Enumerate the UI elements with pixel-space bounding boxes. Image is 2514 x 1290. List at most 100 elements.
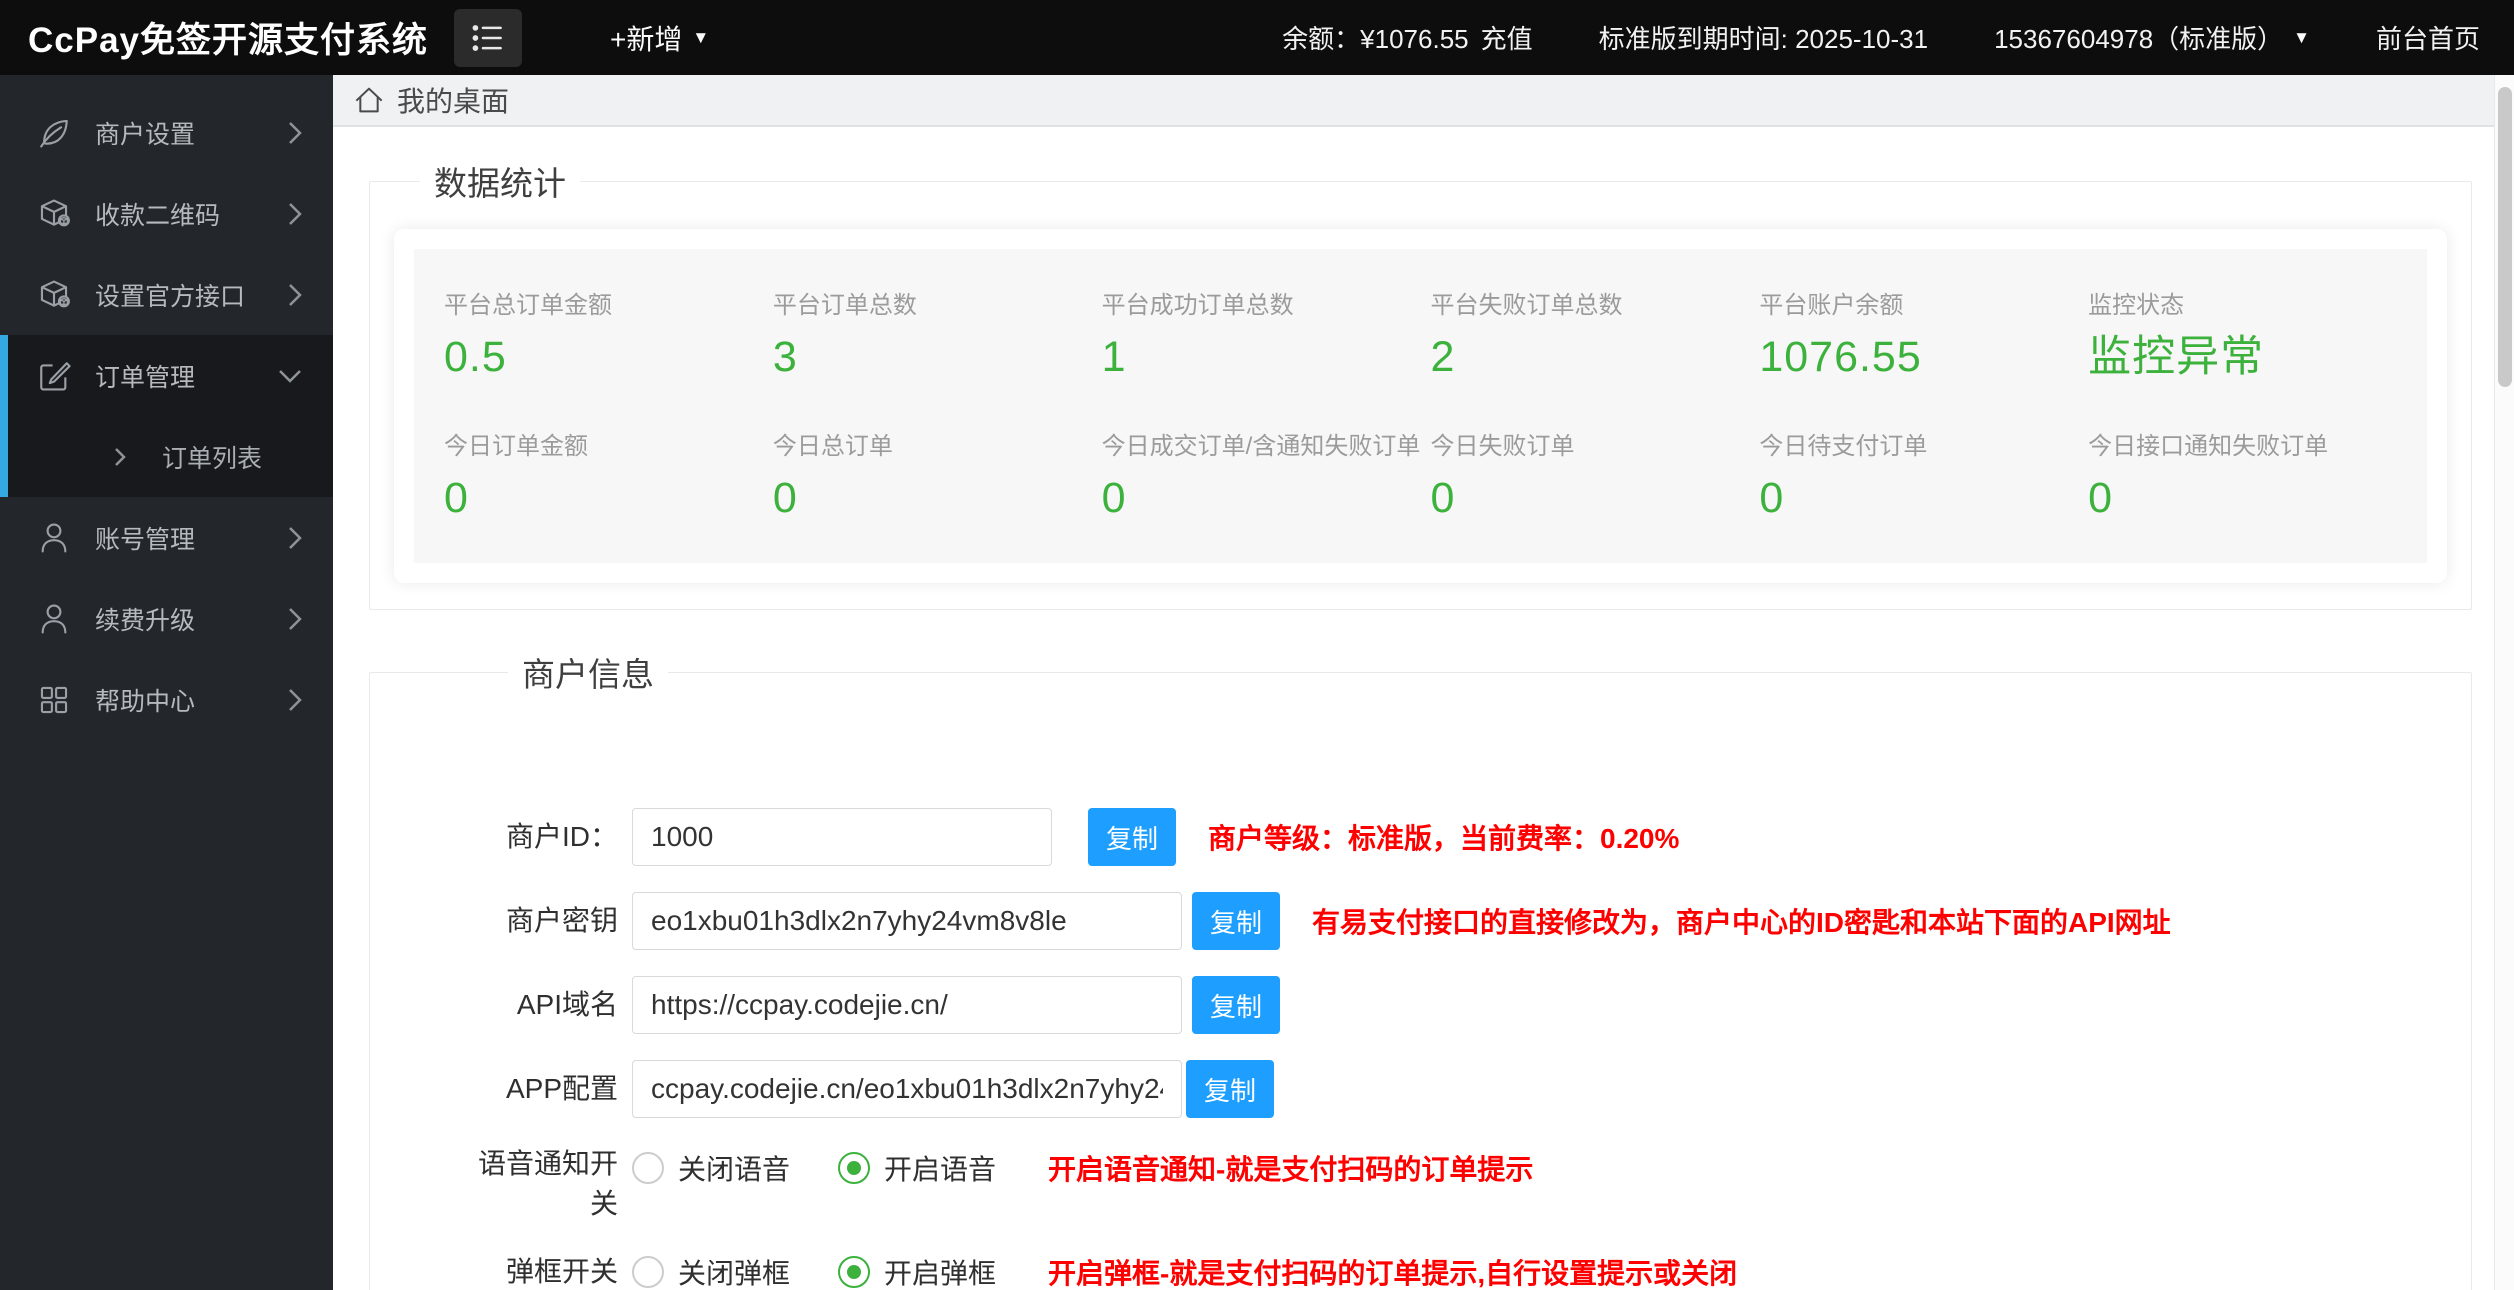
copy-app-config-button[interactable]: 复制 bbox=[1186, 1060, 1274, 1118]
popup-on-label: 开启弹框 bbox=[884, 1258, 997, 1289]
chevron-right-icon bbox=[287, 201, 303, 227]
balance-text: 余额：¥1076.55 bbox=[1282, 24, 1469, 54]
account-label: 15367604978（标准版） bbox=[1994, 24, 2284, 54]
sidebar-item-label: 设置官方接口 bbox=[95, 282, 246, 311]
balance-group: 余额：¥1076.55 充值 bbox=[1282, 19, 1532, 56]
stat-label: 平台账户余额 bbox=[1759, 292, 1904, 319]
merchant-secret-input[interactable] bbox=[632, 892, 1182, 950]
sidebar-item-label: 订单管理 bbox=[95, 363, 196, 392]
app-config-input[interactable] bbox=[632, 1060, 1182, 1118]
merchant-secret-label: 商户密钥 bbox=[505, 905, 618, 936]
voice-on-radio[interactable]: 开启语音 bbox=[838, 1148, 996, 1188]
stat-value: 1076.55 bbox=[1759, 333, 1922, 381]
merchant-id-input[interactable] bbox=[632, 808, 1052, 866]
chevron-right-icon bbox=[114, 447, 126, 467]
popup-switch-label: 弹框开关 bbox=[505, 1256, 618, 1287]
popup-off-label: 关闭弹框 bbox=[678, 1258, 791, 1289]
add-new-dropdown[interactable]: +新增 ▼ bbox=[610, 18, 709, 58]
popup-switch-row: 弹框开关 关闭弹框 开启弹框 开启弹框-就是支付扫码的订单提示,自行设置提示或关… bbox=[458, 1252, 2471, 1290]
stat-label: 今日总订单 bbox=[772, 433, 893, 460]
scrollbar-thumb[interactable] bbox=[2498, 87, 2512, 387]
radio-checked-icon bbox=[838, 1152, 871, 1184]
stat-value: 2 bbox=[1430, 333, 1456, 381]
api-domain-input[interactable] bbox=[632, 976, 1182, 1034]
api-domain-label: API域名 bbox=[516, 989, 618, 1020]
stat-cell-monitor-status: 监控状态 监控异常 bbox=[2088, 285, 2417, 380]
stat-label: 平台失败订单总数 bbox=[1430, 292, 1623, 319]
chevron-right-icon bbox=[287, 687, 303, 713]
radio-unchecked-icon bbox=[632, 1152, 664, 1184]
stat-cell: 今日接口通知失败订单 0 bbox=[2088, 426, 2417, 521]
chevron-down-icon bbox=[277, 368, 303, 384]
sidebar-item-qrcode[interactable]: 收款二维码 bbox=[0, 173, 333, 254]
sidebar-toggle-button[interactable] bbox=[454, 8, 523, 67]
home-icon bbox=[353, 84, 385, 116]
sidebar-item-order-management[interactable]: 订单管理 bbox=[8, 335, 333, 416]
copy-api-domain-button[interactable]: 复制 bbox=[1192, 976, 1280, 1034]
stat-cell: 平台总订单金额 0.5 bbox=[444, 285, 773, 380]
stat-cell: 平台成功订单总数 1 bbox=[1102, 285, 1431, 380]
sidebar-subitem-order-list[interactable]: 订单列表 bbox=[8, 416, 333, 497]
merchant-secret-row: 商户密钥 复制 有易支付接口的直接修改为，商户中心的ID密匙和本站下面的API网… bbox=[458, 892, 2471, 950]
stat-cell: 今日订单金额 0 bbox=[444, 426, 773, 521]
stat-value: 1 bbox=[1101, 333, 1127, 381]
vertical-scrollbar[interactable] bbox=[2494, 75, 2514, 1290]
popup-on-radio[interactable]: 开启弹框 bbox=[838, 1252, 996, 1290]
voice-on-label: 开启语音 bbox=[884, 1154, 997, 1185]
sidebar-item-merchant-settings[interactable]: 商户设置 bbox=[0, 92, 333, 173]
app-config-row: APP配置 复制 bbox=[458, 1060, 2471, 1118]
sidebar-item-help-center[interactable]: 帮助中心 bbox=[0, 659, 333, 740]
merchant-level-note: 商户等级：标准版，当前费率：0.20% bbox=[1208, 823, 1680, 854]
account-dropdown[interactable]: 15367604978（标准版） ▼ bbox=[1994, 19, 2310, 56]
stat-value: 0 bbox=[772, 474, 798, 522]
stat-value: 0 bbox=[1430, 474, 1456, 522]
header-right-group: 余额：¥1076.55 充值 标准版到期时间: 2025-10-31 15367… bbox=[1282, 19, 2480, 56]
stat-value: 监控异常 bbox=[2088, 333, 2265, 381]
chevron-right-icon bbox=[287, 606, 303, 632]
sidebar: 商户设置 收款二维码 设置官方接口 订单管理 订单列表 账号管理 续费升级 帮助… bbox=[0, 75, 333, 1290]
breadcrumb-home[interactable]: 我的桌面 bbox=[353, 80, 509, 120]
content: 数据统计 平台总订单金额 0.5 平台订单总数 3 平台成功订单总数 1 平台失… bbox=[333, 127, 2514, 1290]
front-home-link[interactable]: 前台首页 bbox=[2376, 19, 2480, 56]
voice-switch-label: 语音通知开关 bbox=[477, 1148, 618, 1219]
caret-down-icon: ▼ bbox=[2293, 27, 2310, 47]
stat-cell: 今日成交订单/含通知失败订单 0 bbox=[1102, 426, 1431, 521]
radio-checked-icon bbox=[838, 1256, 871, 1288]
stat-value: 0.5 bbox=[444, 333, 507, 381]
breadcrumb-label: 我的桌面 bbox=[397, 86, 510, 117]
leaf-icon bbox=[37, 116, 71, 150]
popup-off-radio[interactable]: 关闭弹框 bbox=[632, 1252, 790, 1290]
voice-off-radio[interactable]: 关闭语音 bbox=[632, 1148, 790, 1188]
copy-merchant-secret-button[interactable]: 复制 bbox=[1192, 892, 1280, 950]
chevron-right-icon bbox=[287, 120, 303, 146]
stat-label: 平台订单总数 bbox=[772, 292, 917, 319]
chevron-right-icon bbox=[287, 282, 303, 308]
stat-value: 0 bbox=[444, 474, 469, 522]
sidebar-item-official-api[interactable]: 设置官方接口 bbox=[0, 254, 333, 335]
copy-merchant-id-button[interactable]: 复制 bbox=[1088, 808, 1176, 866]
stat-cell: 今日总订单 0 bbox=[773, 426, 1102, 521]
stat-cell: 今日待支付订单 0 bbox=[1759, 426, 2088, 521]
merchant-id-label: 商户ID： bbox=[505, 821, 618, 852]
add-new-label: +新增 bbox=[610, 23, 683, 55]
sidebar-item-account-management[interactable]: 账号管理 bbox=[0, 497, 333, 578]
user-icon bbox=[37, 602, 71, 636]
stat-label: 监控状态 bbox=[2088, 292, 2185, 319]
stat-cell: 今日失败订单 0 bbox=[1431, 426, 1760, 521]
breadcrumb: 我的桌面 bbox=[333, 75, 2514, 127]
stat-label: 今日待支付订单 bbox=[1759, 433, 1928, 460]
stat-cell: 平台订单总数 3 bbox=[773, 285, 1102, 380]
app-title: CcPay免签开源支付系统 bbox=[28, 21, 429, 60]
stats-section-title: 数据统计 bbox=[434, 165, 566, 202]
stat-cell: 平台账户余额 1076.55 bbox=[1759, 285, 2088, 380]
stat-label: 平台总订单金额 bbox=[444, 292, 612, 319]
sidebar-item-renew-upgrade[interactable]: 续费升级 bbox=[0, 578, 333, 659]
merchant-id-row: 商户ID： 复制 商户等级：标准版，当前费率：0.20% bbox=[458, 808, 2471, 866]
stat-cell: 平台失败订单总数 2 bbox=[1431, 285, 1760, 380]
recharge-link[interactable]: 充值 bbox=[1481, 19, 1533, 56]
main-area: 我的桌面 数据统计 平台总订单金额 0.5 平台订单总数 3 平台成功订单总数 bbox=[333, 75, 2514, 1290]
stat-label: 今日订单金额 bbox=[444, 433, 588, 460]
sidebar-item-label: 帮助中心 bbox=[95, 687, 196, 716]
sidebar-item-label: 续费升级 bbox=[95, 606, 196, 635]
stat-label: 平台成功订单总数 bbox=[1101, 292, 1294, 319]
